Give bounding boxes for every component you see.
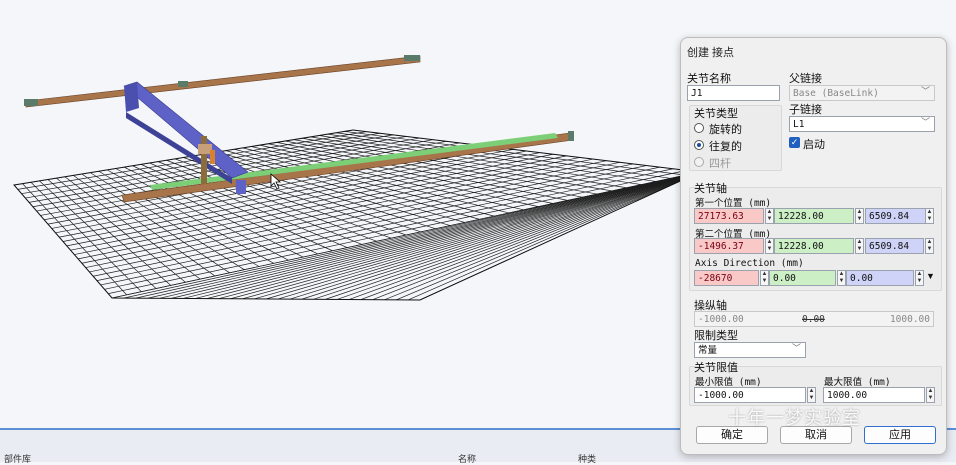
child-link-select[interactable]: L1 ﹀ xyxy=(789,116,935,132)
radio-rotational[interactable] xyxy=(694,123,704,133)
child-link-label: 子链接 xyxy=(789,104,822,116)
enabled-checkbox[interactable]: ✓ xyxy=(789,137,800,148)
spin-arrows-icon[interactable]: ▲ ▼ xyxy=(807,387,816,403)
joint-type-label: 关节类型 xyxy=(694,108,738,120)
limit-type-label: 限制类型 xyxy=(694,330,738,342)
axis-dir-x[interactable]: -28670 xyxy=(694,270,759,286)
watermark: 十年一梦实验室 xyxy=(728,408,861,428)
spin-arrows-icon[interactable]: ▲ ▼ xyxy=(925,238,934,254)
first-pos-x[interactable]: 27173.63 xyxy=(694,208,764,224)
joint-axis-label: 关节轴 xyxy=(694,183,727,195)
create-joint-dialog: 创建 接点 关节名称 J1 父链接 Base (BaseLink) ﹀ 关节类型… xyxy=(680,37,947,455)
axis-direction-label: Axis Direction (mm) xyxy=(695,258,804,269)
limit-type-select[interactable]: 常量 ﹀ xyxy=(694,342,806,358)
spin-arrows-icon[interactable]: ▲ ▼ xyxy=(925,208,934,224)
radio-four-bar[interactable] xyxy=(694,157,704,167)
spin-arrows-icon[interactable]: ▲ ▼ xyxy=(915,270,924,286)
axis-dir-y[interactable]: 0.00 xyxy=(769,270,836,286)
first-position-label: 第一个位置 (mm) xyxy=(695,198,772,209)
limit-type-value: 常量 xyxy=(698,345,718,356)
enabled-label: 启动 xyxy=(803,139,825,151)
min-limit-input[interactable]: -1000.00 xyxy=(694,387,806,403)
first-pos-z[interactable]: 6509.84 xyxy=(865,208,933,224)
spin-arrows-icon[interactable]: ▲ ▼ xyxy=(855,208,864,224)
apply-button[interactable]: 应用 xyxy=(864,426,936,444)
radio-prismatic-label: 往复的 xyxy=(709,141,742,153)
spin-arrows-icon[interactable]: ▲ ▼ xyxy=(765,208,774,224)
bottom-col-2: 名称 xyxy=(458,455,477,465)
min-limit-label: 最小限值 (mm) xyxy=(695,377,762,388)
dialog-title: 创建 接点 xyxy=(687,47,735,59)
chevron-down-icon: ﹀ xyxy=(920,118,930,128)
bottom-panel-header: 部件库 名称 种类 xyxy=(0,452,680,465)
joint-limits-label: 关节限值 xyxy=(694,362,738,374)
bottom-col-3: 种类 xyxy=(578,455,597,465)
jog-slider[interactable]: -1000.00 0.00 1000.00 xyxy=(694,311,934,327)
first-pos-y[interactable]: 12228.00 xyxy=(774,208,854,224)
max-limit-input[interactable]: 1000.00 xyxy=(823,387,925,403)
jog-min: -1000.00 xyxy=(698,314,744,325)
spin-arrows-icon[interactable]: ▲ ▼ xyxy=(855,238,864,254)
bottom-col-1: 部件库 xyxy=(4,455,32,465)
parent-link-value: Base (BaseLink) xyxy=(793,88,879,99)
spin-arrows-icon[interactable]: ▲ ▼ xyxy=(765,238,774,254)
second-pos-y[interactable]: 12228.00 xyxy=(774,238,854,254)
joint-name-label: 关节名称 xyxy=(687,73,731,85)
jog-max: 1000.00 xyxy=(889,314,930,325)
parent-link-select[interactable]: Base (BaseLink) ﹀ xyxy=(789,85,935,101)
spin-arrows-icon[interactable]: ▲ ▼ xyxy=(760,270,769,286)
second-pos-x[interactable]: -1496.37 xyxy=(694,238,764,254)
radio-prismatic[interactable] xyxy=(694,140,704,150)
radio-four-bar-label: 四杆 xyxy=(709,158,731,170)
axis-dir-z[interactable]: 0.00 xyxy=(846,270,914,286)
chevron-down-icon: ﹀ xyxy=(791,344,801,354)
spin-arrows-icon[interactable]: ▲ ▼ xyxy=(926,387,935,403)
jog-value: 0.00 xyxy=(802,314,825,325)
chevron-down-icon: ﹀ xyxy=(920,87,930,97)
spin-arrows-icon[interactable]: ▲ ▼ xyxy=(837,270,846,286)
joint-name-input[interactable]: J1 xyxy=(687,85,780,101)
radio-rotational-label: 旋转的 xyxy=(709,124,742,136)
axis-dir-dropdown-icon[interactable]: ▼ xyxy=(926,271,935,281)
second-pos-z[interactable]: 6509.84 xyxy=(865,238,924,254)
max-limit-label: 最大限值 (mm) xyxy=(824,377,891,388)
parent-link-label: 父链接 xyxy=(789,73,822,85)
child-link-value: L1 xyxy=(793,119,805,130)
